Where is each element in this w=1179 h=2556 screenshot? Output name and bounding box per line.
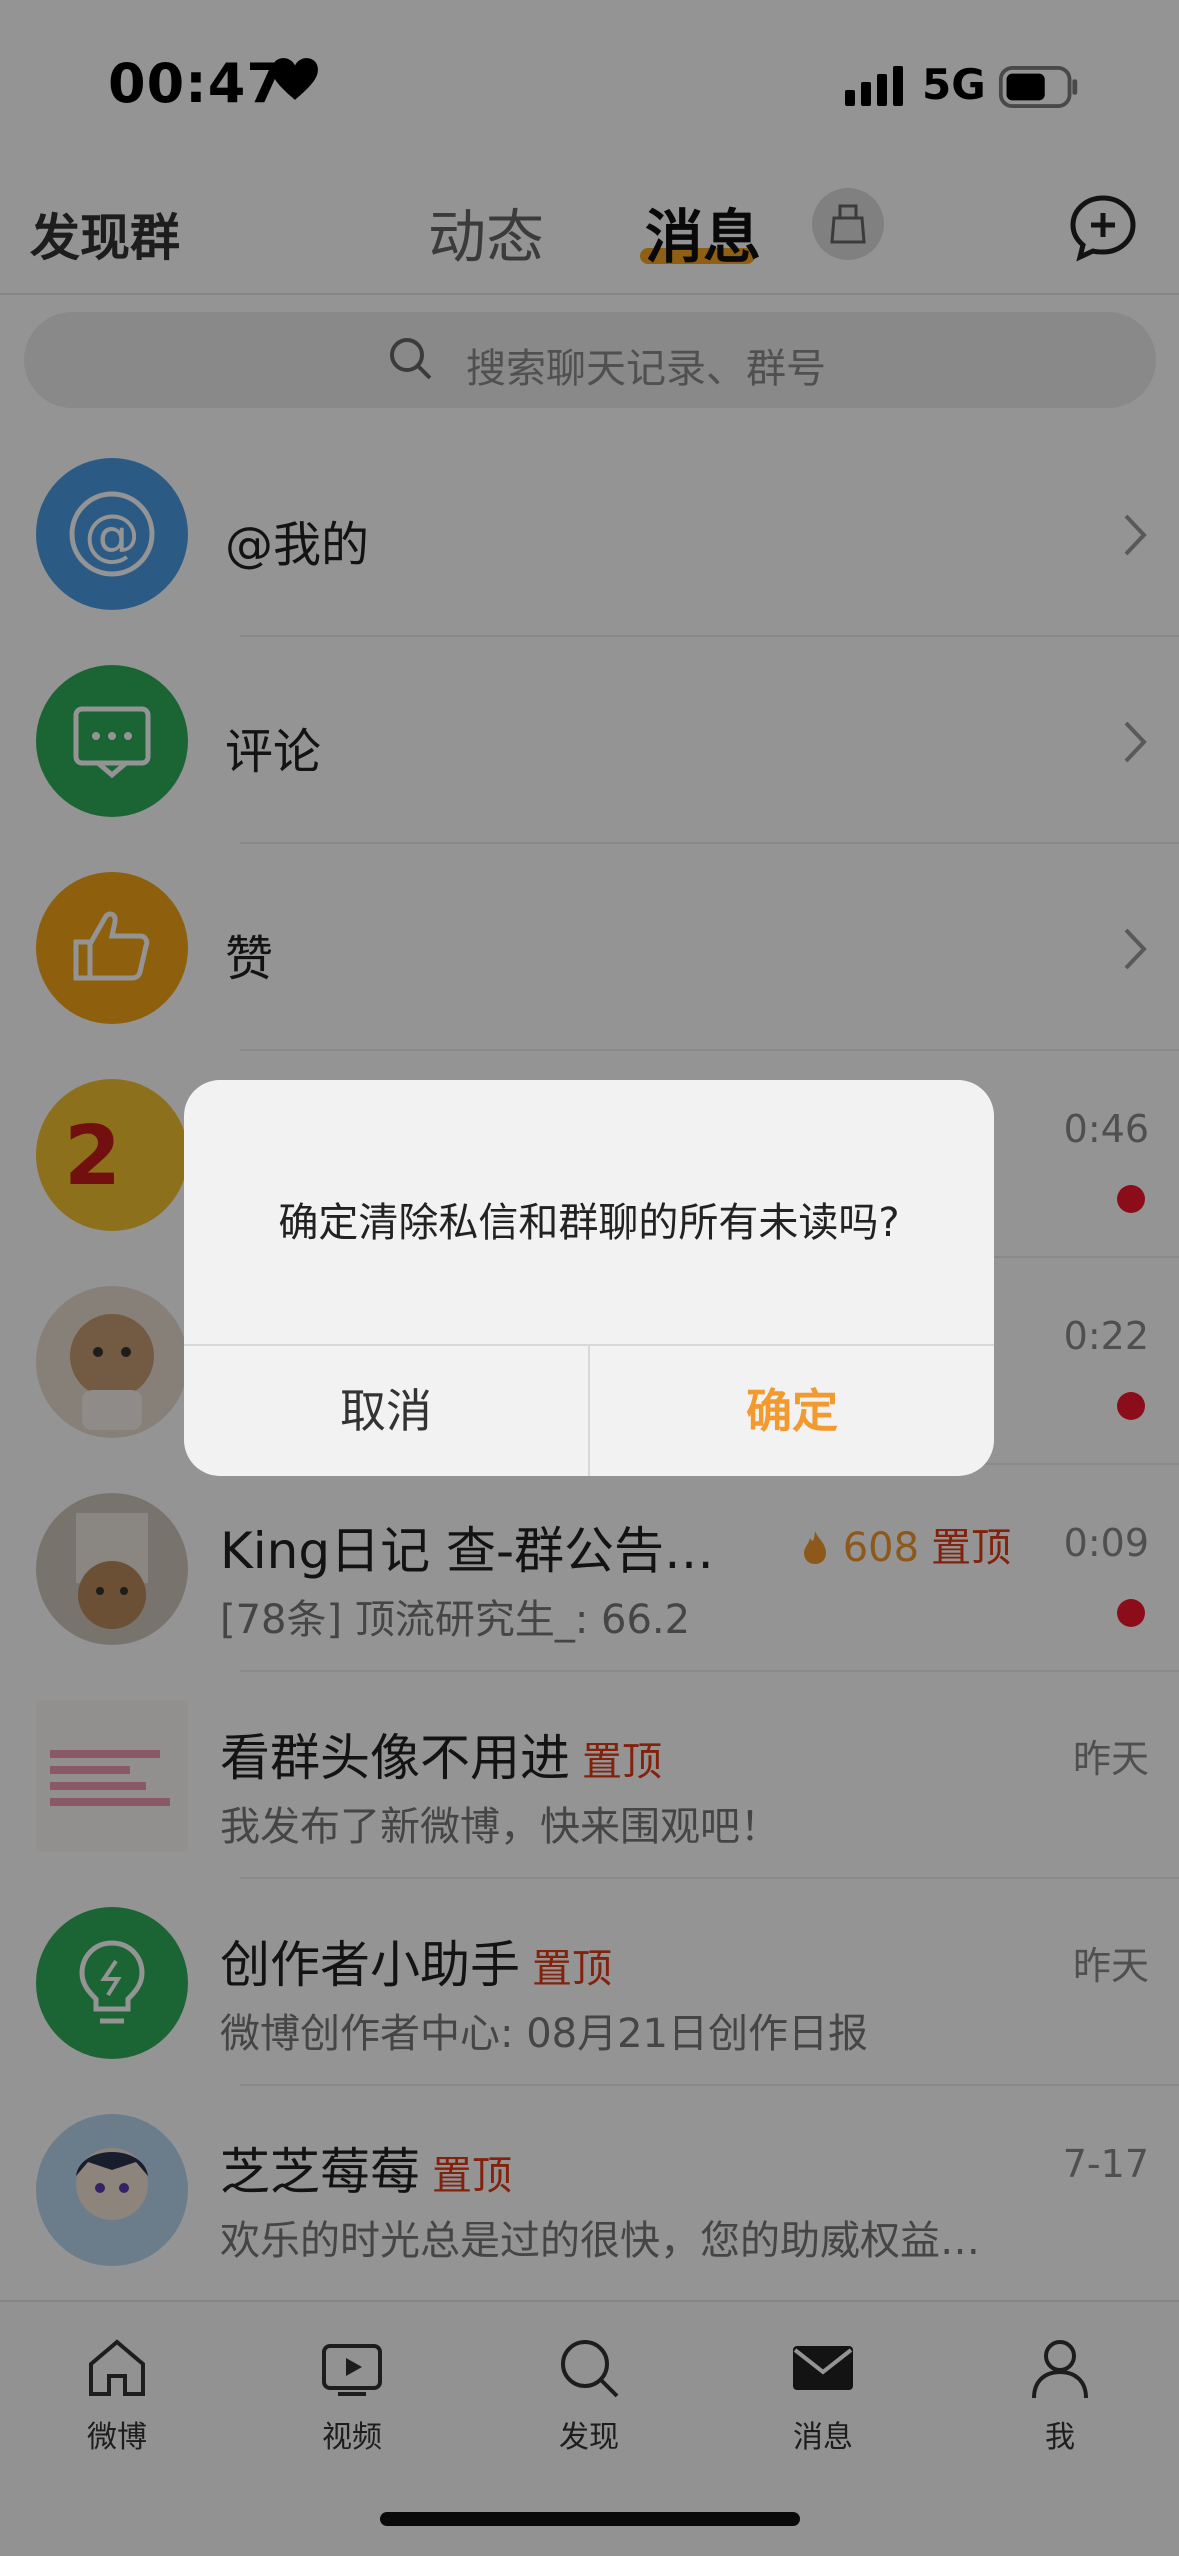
cancel-button[interactable]: 取消	[184, 1346, 588, 1476]
confirm-button[interactable]: 确定	[590, 1346, 994, 1476]
confirm-dialog: 确定清除私信和群聊的所有未读吗? 取消 确定	[184, 1080, 994, 1476]
dialog-message: 确定清除私信和群聊的所有未读吗?	[278, 1200, 900, 1246]
